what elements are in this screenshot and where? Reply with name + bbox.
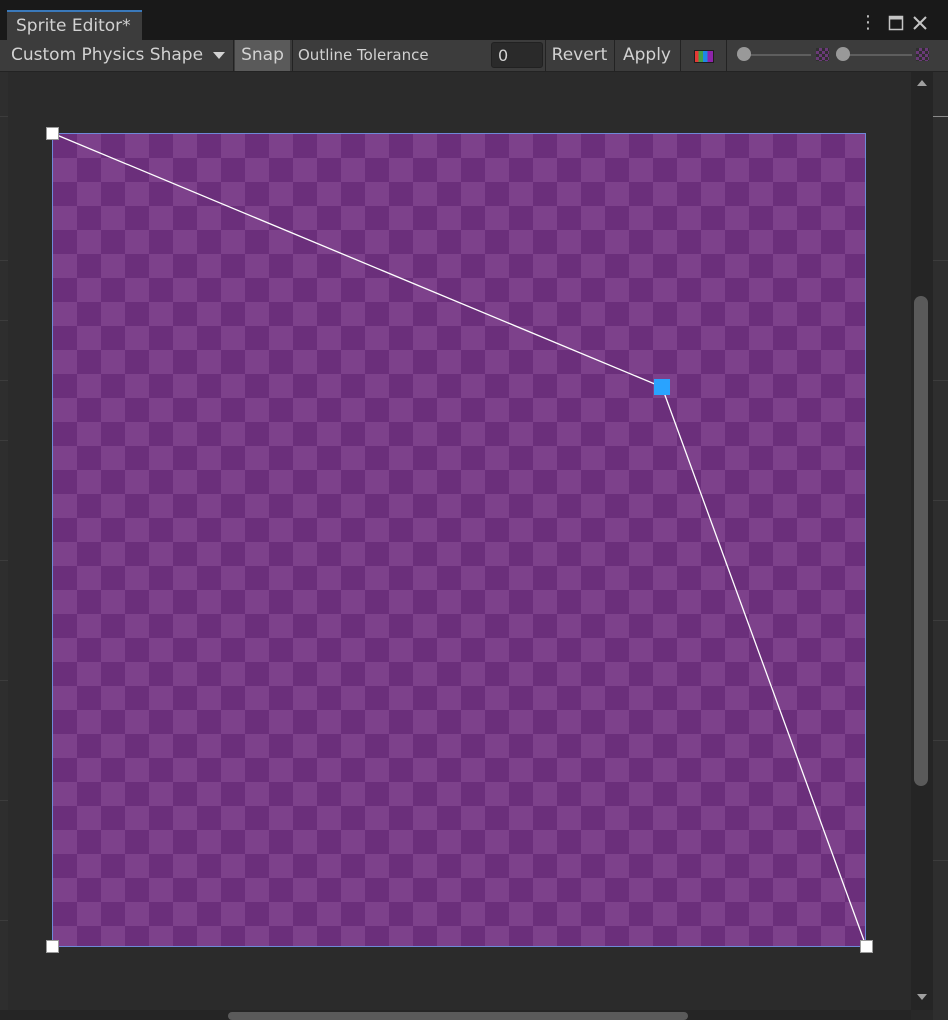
sprite-rect[interactable] xyxy=(52,133,866,947)
kebab-menu-icon[interactable]: ⋮ xyxy=(857,12,879,34)
sprite-editor-window: Sprite Editor* ⋮ Custom Physics Shape Sn… xyxy=(0,0,948,1020)
vertical-scroll-thumb[interactable] xyxy=(914,296,928,786)
color-channel-button[interactable] xyxy=(683,40,723,71)
outline-vertex-handle-selected[interactable] xyxy=(654,379,670,395)
rgb-color-icon xyxy=(694,50,714,63)
ruler-tick xyxy=(0,680,8,681)
sprite-canvas[interactable] xyxy=(8,72,911,1012)
ruler-tick xyxy=(933,380,948,381)
mip-slider-thumb[interactable] xyxy=(836,47,850,61)
ruler-tick xyxy=(933,620,948,621)
ruler-tick xyxy=(933,260,948,261)
left-ruler-strip xyxy=(0,72,8,1020)
ruler-tick xyxy=(0,116,8,117)
scroll-up-arrow-icon[interactable] xyxy=(917,80,927,86)
ruler-tick xyxy=(0,800,8,801)
toolbar: Custom Physics Shape Snap Outline Tolera… xyxy=(0,40,948,72)
horizontal-scrollbar[interactable] xyxy=(0,1010,911,1020)
snap-toggle-button[interactable]: Snap xyxy=(235,40,290,71)
ruler-tick xyxy=(0,320,8,321)
ruler-tick xyxy=(0,260,8,261)
mip-level-slider[interactable] xyxy=(836,40,912,71)
outline-tolerance-label: Outline Tolerance xyxy=(298,46,429,64)
ruler-tick xyxy=(0,920,8,921)
checker-small-icon xyxy=(816,48,829,61)
toolbar-divider xyxy=(292,40,293,71)
zoom-slider-thumb[interactable] xyxy=(737,47,751,61)
ruler-tick xyxy=(933,740,948,741)
zoom-slider[interactable] xyxy=(737,40,811,71)
maximize-icon[interactable] xyxy=(885,12,907,34)
close-icon[interactable] xyxy=(909,12,931,34)
tab-sprite-editor[interactable]: Sprite Editor* xyxy=(7,10,142,40)
ruler-tick xyxy=(933,860,948,861)
ruler-tick xyxy=(933,500,948,501)
toolbar-divider xyxy=(726,40,727,71)
ruler-tick xyxy=(933,116,948,117)
mode-dropdown-label: Custom Physics Shape xyxy=(11,45,204,65)
toolbar-divider xyxy=(614,40,615,71)
ruler-tick xyxy=(0,380,8,381)
ruler-tick xyxy=(0,560,8,561)
vertical-scrollbar[interactable] xyxy=(911,72,933,1010)
tab-bar: Sprite Editor* ⋮ xyxy=(0,0,948,40)
toolbar-divider xyxy=(545,40,546,71)
mode-dropdown[interactable]: Custom Physics Shape xyxy=(7,40,231,71)
toolbar-divider xyxy=(680,40,681,71)
toolbar-divider xyxy=(233,40,234,71)
checker-large-icon xyxy=(916,48,929,61)
revert-button[interactable]: Revert xyxy=(547,40,612,71)
outline-tolerance-input[interactable] xyxy=(491,42,543,68)
ruler-tick xyxy=(0,440,8,441)
outline-vertex-handle-top-left[interactable] xyxy=(46,127,59,140)
outline-vertex-handle-bottom-left[interactable] xyxy=(46,940,59,953)
apply-button[interactable]: Apply xyxy=(616,40,678,71)
outline-vertex-handle-bottom-right[interactable] xyxy=(860,940,873,953)
right-ruler-strip xyxy=(933,72,948,1020)
scroll-down-arrow-icon[interactable] xyxy=(917,994,927,1000)
chevron-down-icon xyxy=(213,52,225,59)
horizontal-scroll-thumb[interactable] xyxy=(228,1012,688,1020)
